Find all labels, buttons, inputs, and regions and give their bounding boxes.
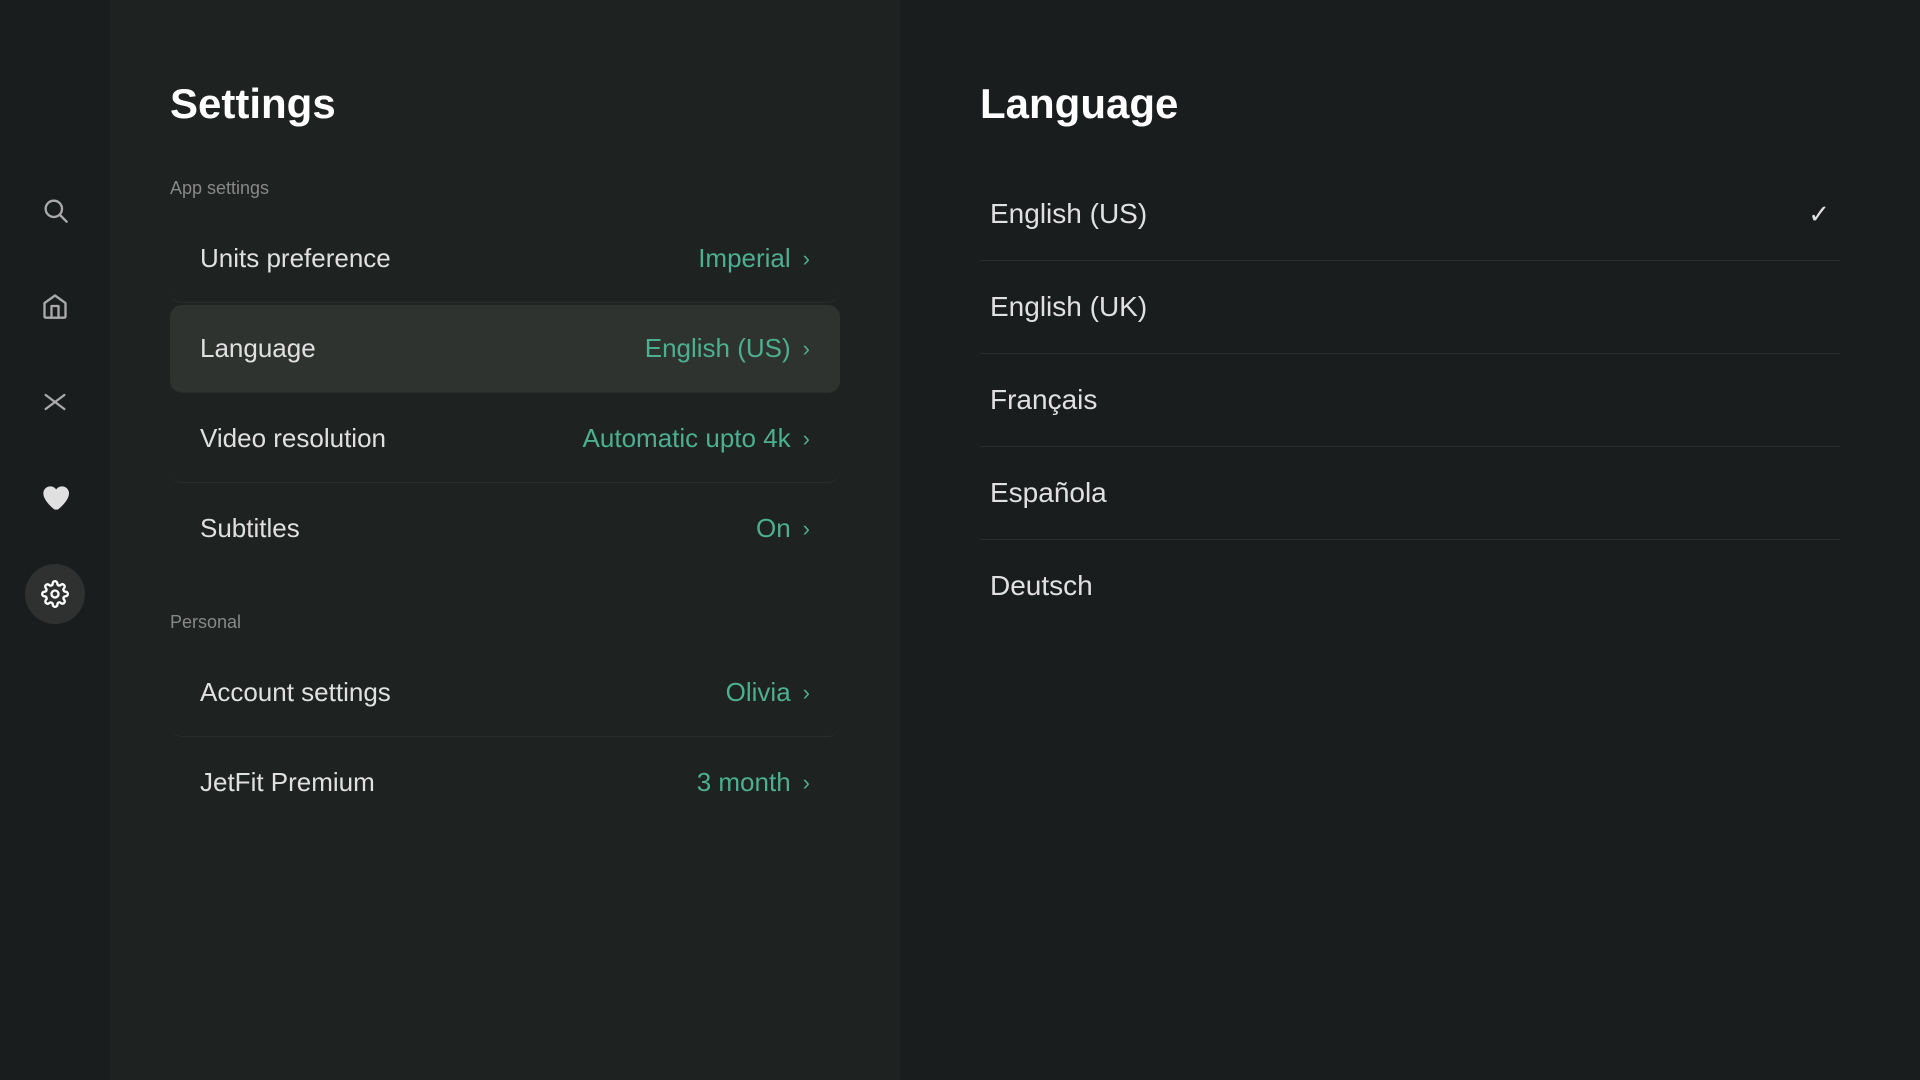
language-item-english-us[interactable]: English (US) ✓ bbox=[980, 168, 1840, 261]
sidebar-item-settings[interactable] bbox=[25, 564, 85, 624]
account-settings-label: Account settings bbox=[200, 677, 391, 708]
video-resolution-row[interactable]: Video resolution Automatic upto 4k › bbox=[170, 395, 840, 483]
jetfit-premium-value-group: 3 month › bbox=[697, 767, 810, 798]
subtitles-value: On bbox=[756, 513, 791, 544]
video-resolution-value: Automatic upto 4k bbox=[583, 423, 791, 454]
language-row[interactable]: Language English (US) › bbox=[170, 305, 840, 393]
language-panel: Language English (US) ✓ English (UK) Fra… bbox=[900, 0, 1920, 1080]
language-label: Language bbox=[200, 333, 316, 364]
heart-icon bbox=[41, 484, 69, 512]
language-item-label: English (US) bbox=[990, 198, 1147, 230]
chevron-right-icon: › bbox=[803, 516, 810, 542]
jetfit-premium-value: 3 month bbox=[697, 767, 791, 798]
language-value-group: English (US) › bbox=[645, 333, 810, 364]
gear-icon bbox=[41, 580, 69, 608]
tools-icon bbox=[41, 388, 69, 416]
personal-section-label: Personal bbox=[170, 612, 840, 633]
language-item-label: English (UK) bbox=[990, 291, 1147, 323]
chevron-right-icon: › bbox=[803, 770, 810, 796]
language-item-label: Français bbox=[990, 384, 1097, 416]
sidebar-item-tools[interactable] bbox=[25, 372, 85, 432]
account-settings-row[interactable]: Account settings Olivia › bbox=[170, 649, 840, 737]
language-panel-title: Language bbox=[980, 80, 1840, 128]
sidebar bbox=[0, 0, 110, 1080]
video-resolution-value-group: Automatic upto 4k › bbox=[583, 423, 810, 454]
language-list: English (US) ✓ English (UK) Français Esp… bbox=[980, 168, 1840, 632]
language-item-francais[interactable]: Français bbox=[980, 354, 1840, 447]
subtitles-label: Subtitles bbox=[200, 513, 300, 544]
units-preference-value: Imperial bbox=[698, 243, 790, 274]
chevron-right-icon: › bbox=[803, 426, 810, 452]
sidebar-item-favorites[interactable] bbox=[25, 468, 85, 528]
units-preference-label: Units preference bbox=[200, 243, 391, 274]
units-preference-row[interactable]: Units preference Imperial › bbox=[170, 215, 840, 303]
subtitles-value-group: On › bbox=[756, 513, 810, 544]
checkmark-icon: ✓ bbox=[1808, 199, 1830, 230]
subtitles-row[interactable]: Subtitles On › bbox=[170, 485, 840, 572]
personal-settings-list: Account settings Olivia › JetFit Premium… bbox=[170, 649, 840, 826]
language-value: English (US) bbox=[645, 333, 791, 364]
language-item-label: Española bbox=[990, 477, 1107, 509]
language-item-espanola[interactable]: Española bbox=[980, 447, 1840, 540]
chevron-right-icon: › bbox=[803, 246, 810, 272]
units-preference-value-group: Imperial › bbox=[698, 243, 810, 274]
sidebar-item-home[interactable] bbox=[25, 276, 85, 336]
search-icon bbox=[41, 196, 69, 224]
account-settings-value: Olivia bbox=[726, 677, 791, 708]
jetfit-premium-label: JetFit Premium bbox=[200, 767, 375, 798]
language-item-deutsch[interactable]: Deutsch bbox=[980, 540, 1840, 632]
home-icon bbox=[41, 292, 69, 320]
jetfit-premium-row[interactable]: JetFit Premium 3 month › bbox=[170, 739, 840, 826]
app-settings-label: App settings bbox=[170, 178, 840, 199]
settings-panel: Settings App settings Units preference I… bbox=[110, 0, 900, 1080]
video-resolution-label: Video resolution bbox=[200, 423, 386, 454]
chevron-right-icon: › bbox=[803, 336, 810, 362]
language-item-english-uk[interactable]: English (UK) bbox=[980, 261, 1840, 354]
account-settings-value-group: Olivia › bbox=[726, 677, 810, 708]
sidebar-item-search[interactable] bbox=[25, 180, 85, 240]
page-title: Settings bbox=[170, 80, 840, 128]
language-item-label: Deutsch bbox=[990, 570, 1093, 602]
chevron-right-icon: › bbox=[803, 680, 810, 706]
app-settings-list: Units preference Imperial › Language Eng… bbox=[170, 215, 840, 572]
